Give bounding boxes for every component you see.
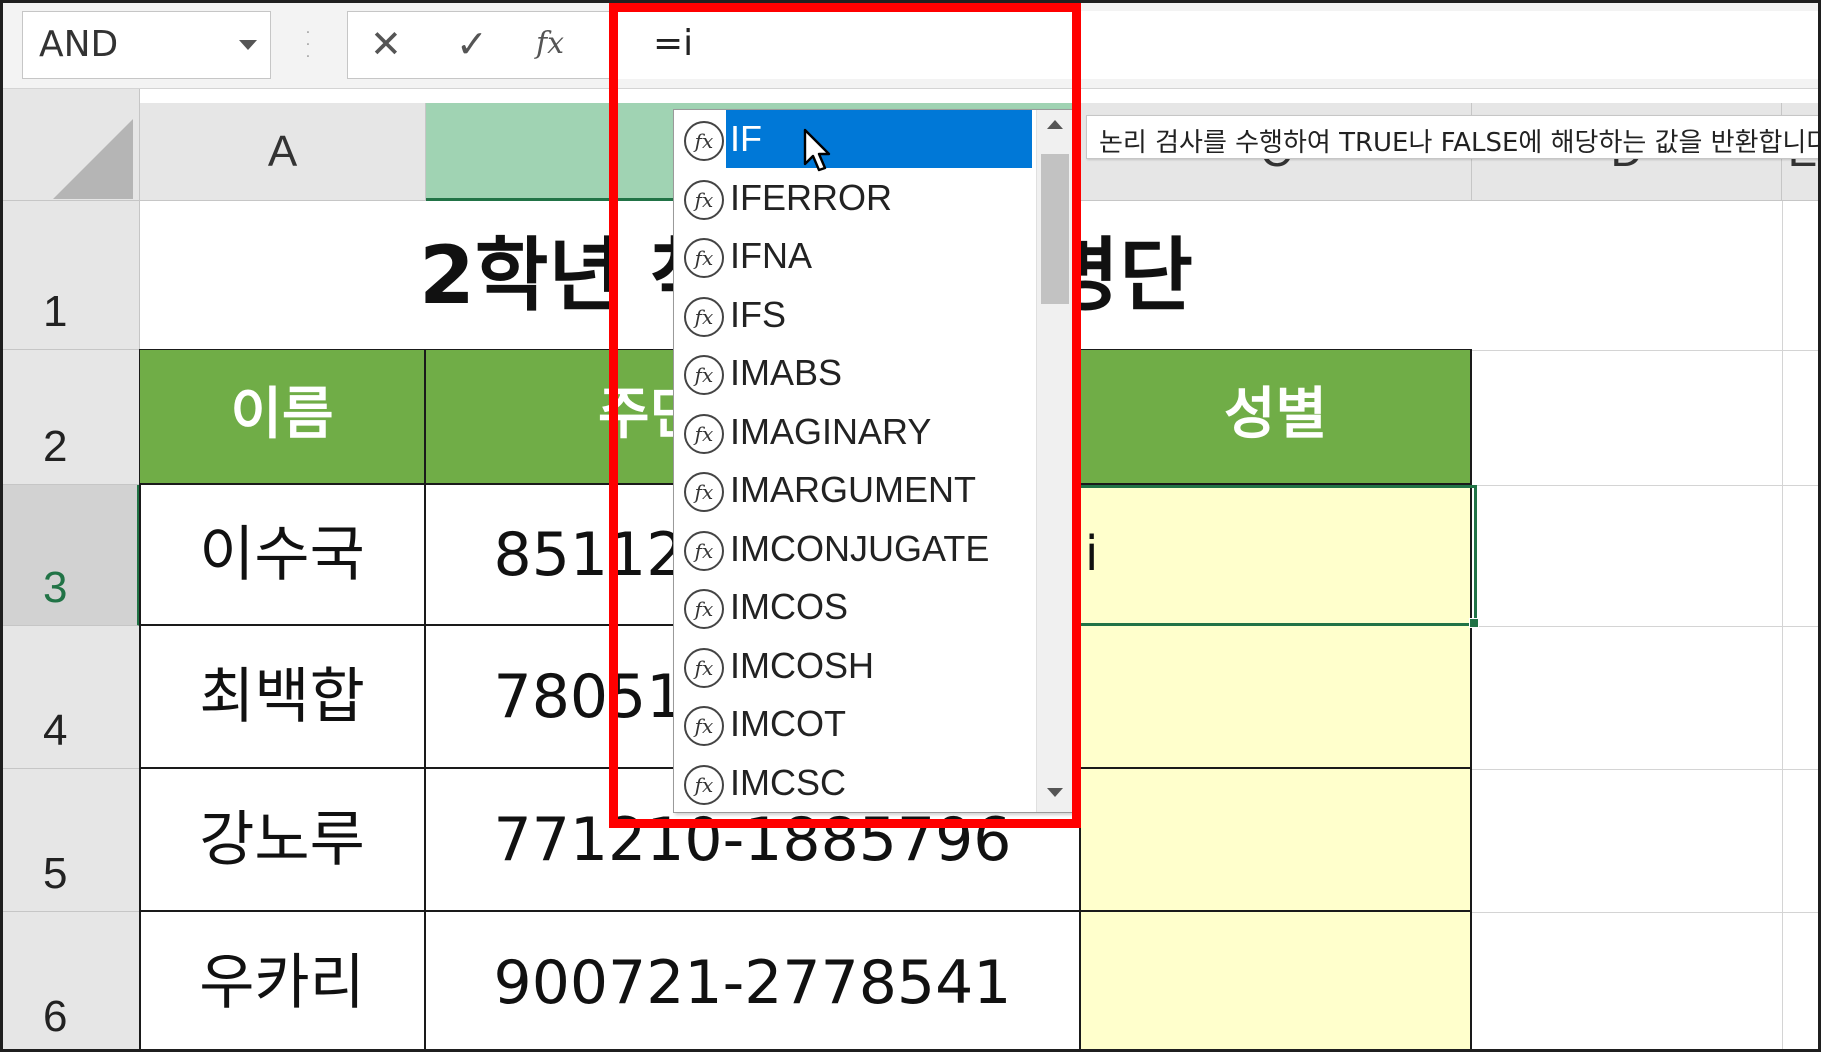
cancel-icon[interactable]: ✕ [370,22,402,66]
name-cell[interactable]: 강노루 [140,769,426,912]
name-cell[interactable]: 우카리 [140,912,426,1049]
gender-cell[interactable] [1081,626,1472,769]
gender-cell[interactable] [1081,912,1472,1049]
header-gender-cell[interactable]: 성별 [1081,350,1472,485]
row-number: 6 [43,992,68,1041]
gridline [1472,485,1818,486]
select-all-triangle-icon [53,119,133,199]
highlight-box [609,3,1081,828]
row-number: 2 [43,422,68,471]
id-cell[interactable]: 900721-2778541 [426,912,1081,1049]
row-header-2[interactable]: 2 [3,350,140,485]
function-tooltip: 논리 검사를 수행하여 TRUE나 FALSE에 해당하는 값을 반환합니다. [1086,115,1821,159]
active-cell-value: i [1085,526,1099,582]
row-header-4[interactable]: 4 [3,626,140,769]
gridline [1472,350,1818,351]
active-cell[interactable]: i [1036,485,1477,626]
select-all-button[interactable] [3,89,140,201]
row-header-5[interactable]: 5 [3,769,140,912]
formula-buttons: ✕ ✓ fx [347,11,610,79]
name-cell[interactable]: 최백합 [140,626,426,769]
row-number: 4 [43,706,68,755]
fill-handle[interactable] [1469,618,1479,628]
excel-window: AND ··· ✕ ✓ fx =i A B C D E 1 2 3 4 5 6 … [0,0,1821,1052]
row-number: 1 [43,287,68,336]
row-number: 5 [43,849,68,898]
gridline [1472,626,1818,627]
gridline [1472,912,1818,913]
row-header-6[interactable]: 6 [3,912,140,1049]
dropdown-arrow-icon[interactable] [239,40,257,50]
tooltip-text: 논리 검사를 수행하여 TRUE나 FALSE에 해당하는 값을 반환합니다. [1099,128,1821,158]
name-cell[interactable]: 이수국 [140,485,426,626]
row-header-3[interactable]: 3 [3,485,140,626]
column-header-a[interactable]: A [140,103,426,201]
insert-function-icon[interactable]: fx [536,26,564,61]
row-number: 3 [43,563,68,612]
gender-cell[interactable] [1081,769,1472,912]
enter-icon[interactable]: ✓ [456,22,488,66]
name-box-value: AND [39,24,119,65]
header-name-cell[interactable]: 이름 [140,350,426,485]
gridline [1472,769,1818,770]
name-box[interactable]: AND [22,11,271,79]
row-header-1[interactable]: 1 [3,201,140,350]
grip-icon[interactable]: · · · [305,26,311,64]
